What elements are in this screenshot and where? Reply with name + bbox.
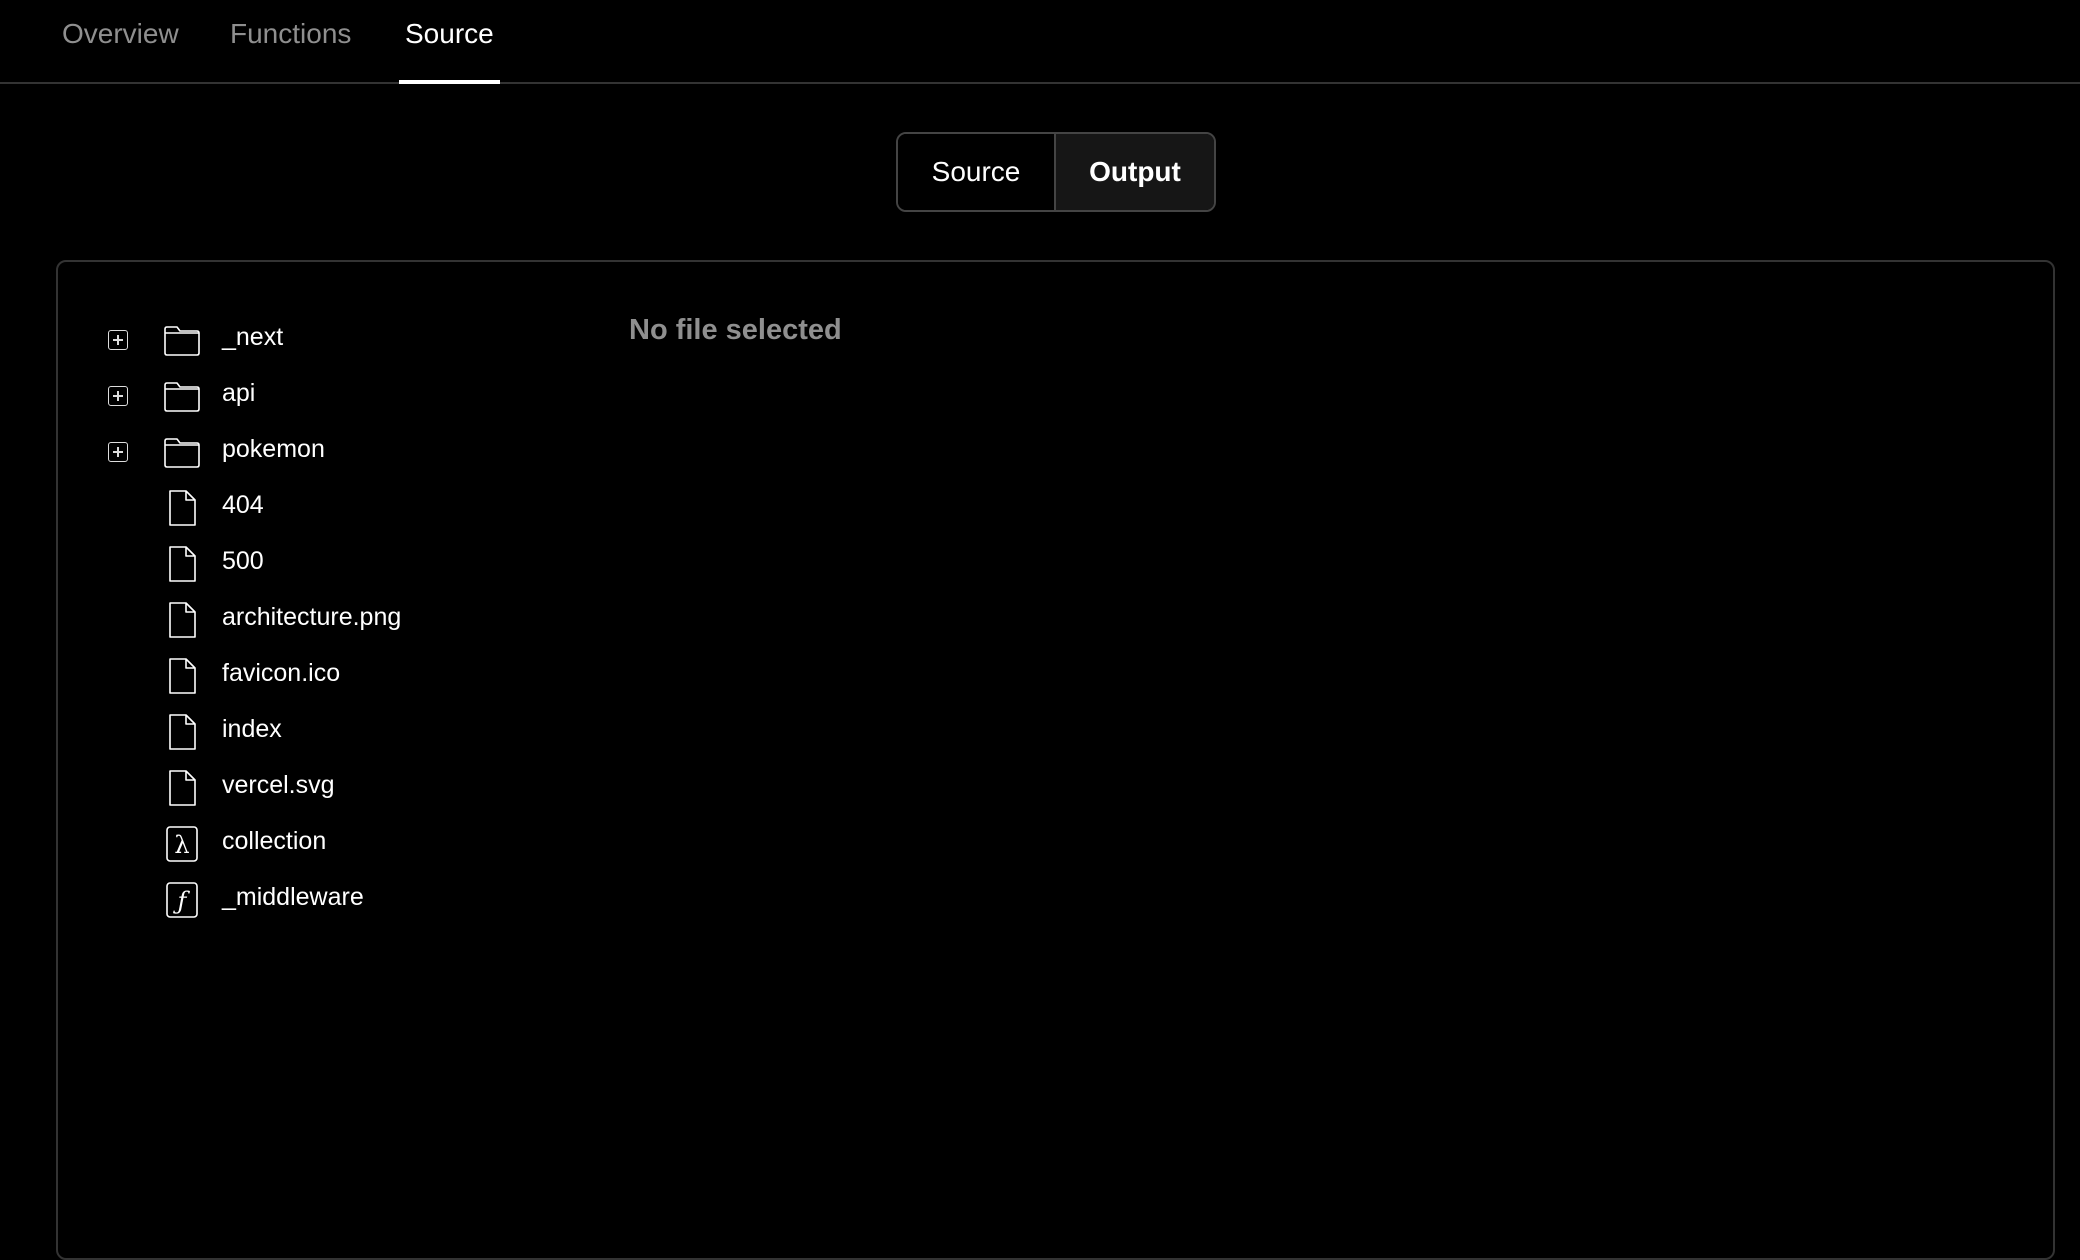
tree-item-collection[interactable]: λ collection [100,816,520,872]
tree-item-pokemon[interactable]: pokemon [100,424,520,480]
svg-text:ƒ: ƒ [173,887,191,915]
tree-item-404[interactable]: 404 [100,480,520,536]
tab-bar: Overview Functions Source [0,0,2080,84]
tree-item-label: index [222,715,282,743]
tree-item-label: vercel.svg [222,771,335,799]
tree-item-api[interactable]: api [100,368,520,424]
file-icon [169,602,196,638]
tree-item-favicon-ico[interactable]: favicon.ico [100,648,520,704]
tree-item-label: favicon.ico [222,659,341,687]
tab-overview[interactable]: Overview [62,18,179,82]
file-icon [169,714,196,750]
tree-item-label: architecture.png [222,603,402,631]
tree-item-next[interactable]: _next [100,312,520,368]
file-icon [169,658,196,694]
tree-item-label: _middleware [222,883,364,911]
file-icon [169,770,196,806]
file-icon [169,546,196,582]
no-file-selected-message: No file selected [629,314,842,346]
tree-item-middleware[interactable]: ƒ _middleware [100,872,520,928]
expand-icon[interactable] [108,386,128,406]
tab-source[interactable]: Source [399,18,500,84]
folder-icon [164,326,200,356]
tab-functions[interactable]: Functions [230,18,351,82]
tree-item-label: pokemon [222,435,325,463]
folder-icon [164,382,200,412]
tree-item-architecture-png[interactable]: architecture.png [100,592,520,648]
tree-item-label: _next [222,323,284,351]
tree-item-label: api [222,379,256,407]
lambda-function-icon: λ [166,826,198,862]
source-output-toggle: Source Output [896,132,1216,212]
expand-icon[interactable] [108,330,128,350]
svg-text:λ: λ [174,831,189,859]
tree-item-label: collection [222,827,327,855]
tree-item-vercel-svg[interactable]: vercel.svg [100,760,520,816]
toggle-source-button[interactable]: Source [898,134,1056,210]
toggle-output-button[interactable]: Output [1056,134,1214,210]
folder-icon [164,438,200,468]
tree-item-label: 404 [222,491,264,519]
edge-function-icon: ƒ [166,882,198,918]
expand-icon[interactable] [108,442,128,462]
tree-item-500[interactable]: 500 [100,536,520,592]
tree-item-index[interactable]: index [100,704,520,760]
tree-item-label: 500 [222,547,264,575]
file-icon [169,490,196,526]
